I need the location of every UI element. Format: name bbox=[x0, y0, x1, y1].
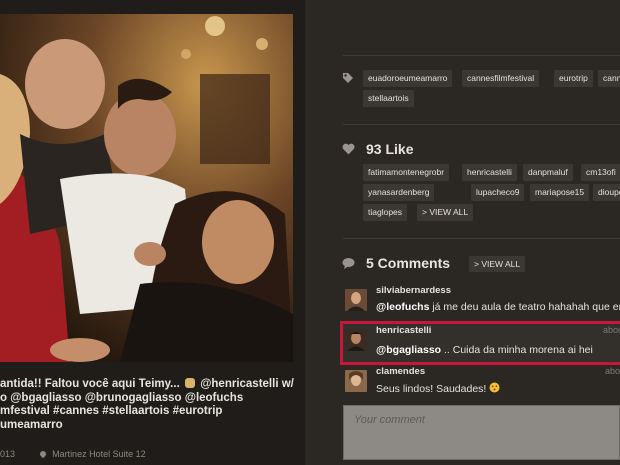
likes-count: 93 Like bbox=[366, 141, 414, 157]
heart-icon bbox=[342, 143, 355, 155]
tag-chip[interactable]: cannesfilmfestival bbox=[462, 70, 540, 87]
comment-mention[interactable]: @bgagliasso bbox=[376, 344, 441, 356]
comment-item: silviabernardess @leofuchs já me deu aul… bbox=[343, 284, 620, 318]
comment-mention[interactable]: @leofuchs bbox=[376, 301, 429, 313]
comment-username[interactable]: clamendes bbox=[376, 366, 425, 377]
tag-chip[interactable]: cann bbox=[598, 70, 620, 87]
divider bbox=[343, 238, 620, 239]
caption-line-3: mfestival #cannes #stellaartois #eurotri… bbox=[0, 405, 223, 417]
tag-chip[interactable]: stellaartois bbox=[363, 90, 414, 107]
comment-username[interactable]: henricastelli bbox=[376, 325, 431, 336]
comment-icon bbox=[342, 258, 355, 269]
caption-line-1b: @henricastelli w/ bbox=[200, 378, 294, 390]
caption-line-4: umeamarro bbox=[0, 418, 63, 431]
likes-view-all-button[interactable]: > VIEW ALL bbox=[417, 204, 474, 221]
comment-item: clamendes abo Seus lindos! Saudades! bbox=[343, 365, 620, 399]
comment-item-highlighted: henricastelli abou @bgagliasso .. Cuida … bbox=[340, 321, 620, 365]
comment-time: abou bbox=[603, 325, 620, 335]
photo-column: antida!! Faltou você aqui Teimy... @henr… bbox=[0, 0, 305, 465]
tag-chip[interactable]: euadoroeumeamarro bbox=[363, 70, 453, 87]
like-user-chip[interactable]: tiaglopes bbox=[363, 204, 408, 221]
divider bbox=[343, 55, 620, 56]
like-user-chip[interactable]: yanasardenberg bbox=[363, 184, 435, 201]
comment-text: @leofuchs já me deu aula de teatro hahah… bbox=[376, 301, 620, 313]
comments-view-all-button[interactable]: > VIEW ALL bbox=[469, 256, 526, 272]
hand-emoji-icon bbox=[184, 378, 195, 388]
photo-image bbox=[0, 14, 293, 362]
caption-line-2: o @bgagliasso @brunogagliasso @leofuchs bbox=[0, 391, 244, 404]
caption-line-1: antida!! Faltou você aqui Teimy... bbox=[0, 378, 180, 390]
location-pin-icon bbox=[38, 449, 47, 459]
comment-text: @bgagliasso .. Cuida da minha morena ai … bbox=[376, 344, 593, 356]
divider bbox=[343, 124, 620, 125]
like-user-chip[interactable]: mariapose15 bbox=[530, 184, 590, 201]
photo-caption: antida!! Faltou você aqui Teimy... @henr… bbox=[0, 378, 300, 432]
comment-input[interactable] bbox=[344, 406, 619, 459]
like-user-chip[interactable]: henricastelli bbox=[462, 164, 517, 181]
avatar[interactable] bbox=[345, 289, 367, 311]
avatar[interactable] bbox=[345, 370, 367, 392]
details-column: euadoroeumeamarro cannesfilmfestival eur… bbox=[305, 0, 620, 465]
like-user-chip[interactable]: lupacheco9 bbox=[471, 184, 525, 201]
tag-icon bbox=[343, 73, 353, 83]
kiss-emoji-icon bbox=[489, 382, 500, 393]
comment-time: abo bbox=[605, 366, 620, 376]
like-user-chip[interactable]: dioupessor bbox=[593, 184, 620, 201]
like-user-chip[interactable]: fatimamontenegrobr bbox=[363, 164, 450, 181]
photo-meta: 013 Martinez Hotel Suite 12 bbox=[0, 449, 146, 459]
comment-input-box bbox=[343, 405, 620, 460]
tag-chip[interactable]: eurotrip bbox=[554, 70, 593, 87]
like-user-chip[interactable]: danpmaluf bbox=[523, 164, 573, 181]
photo-location[interactable]: Martinez Hotel Suite 12 bbox=[52, 449, 146, 459]
photo-date: 013 bbox=[0, 449, 16, 459]
like-user-chip[interactable]: cm13ofi bbox=[581, 164, 620, 181]
instagram-photo[interactable] bbox=[0, 14, 293, 362]
comment-username[interactable]: silviabernardess bbox=[376, 285, 451, 296]
comments-count: 5 Comments bbox=[366, 255, 451, 271]
comment-text: Seus lindos! Saudades! bbox=[376, 382, 500, 395]
avatar[interactable] bbox=[345, 329, 367, 351]
